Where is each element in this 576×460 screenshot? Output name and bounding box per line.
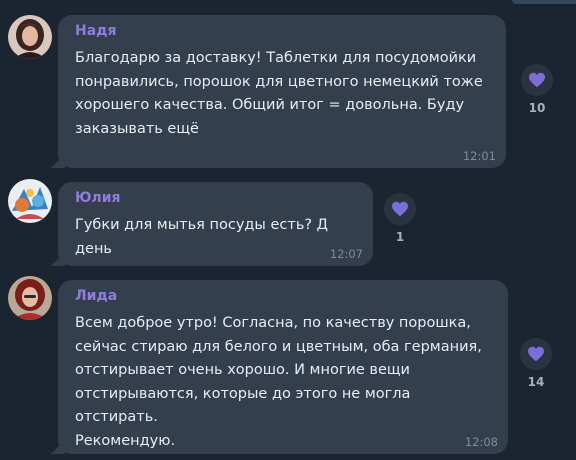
avatar[interactable] [8, 15, 52, 59]
reaction-count: 10 [528, 101, 546, 115]
reaction[interactable]: 1 [378, 193, 422, 244]
reaction-button[interactable] [384, 193, 416, 225]
heart-icon [528, 346, 544, 362]
message-text: Всем доброе утро! Согласна, по качеству … [75, 315, 482, 449]
sender-name[interactable]: Юлия [75, 189, 357, 207]
avatar[interactable] [8, 276, 52, 320]
sender-name[interactable]: Надя [75, 22, 490, 40]
reaction-count: 1 [395, 230, 405, 244]
reaction-button[interactable] [520, 338, 552, 370]
heart-icon [529, 72, 545, 88]
sender-name[interactable]: Лида [75, 287, 492, 305]
message-time: 12:08 [464, 435, 498, 449]
reaction-button[interactable] [521, 64, 553, 96]
message-time: 12:07 [329, 247, 363, 261]
top-edge-strip [512, 0, 576, 4]
message-text: Губки для мытья посуды есть? Д день [75, 217, 328, 257]
reaction[interactable]: 10 [515, 64, 559, 115]
message-bubble[interactable]: Юлия Губки для мытья посуды есть? Д день… [58, 182, 373, 266]
heart-icon [392, 201, 408, 217]
message-time: 12:01 [462, 149, 496, 163]
message-bubble[interactable]: Надя Благодарю за доставку! Таблетки для… [58, 15, 506, 168]
reaction[interactable]: 14 [514, 338, 558, 389]
message-text: Благодарю за доставку! Таблетки для посу… [75, 50, 483, 137]
avatar[interactable] [8, 179, 52, 223]
reaction-count: 14 [527, 375, 545, 389]
message-bubble[interactable]: Лида Всем доброе утро! Согласна, по каче… [58, 280, 508, 454]
